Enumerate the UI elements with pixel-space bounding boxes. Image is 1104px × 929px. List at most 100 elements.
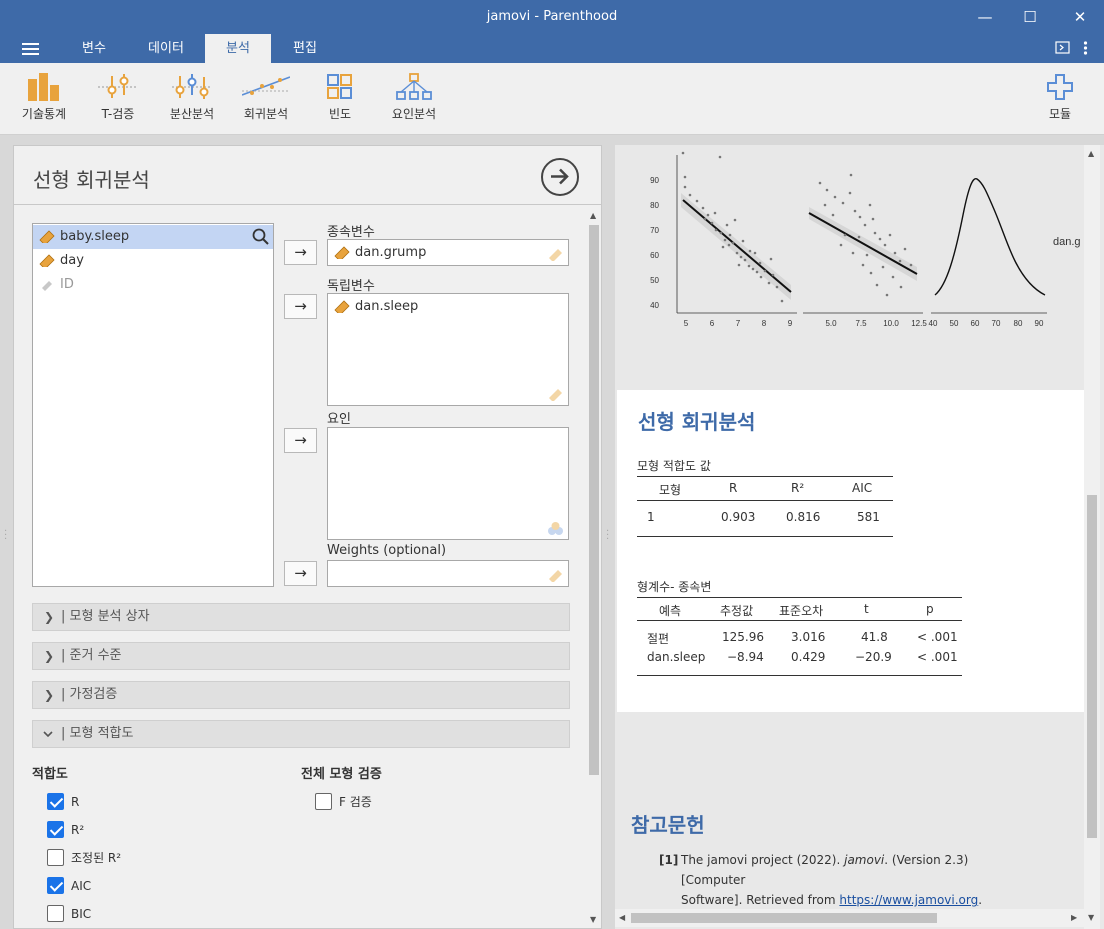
anova-icon — [172, 74, 212, 99]
table-header: 예측 — [659, 604, 682, 618]
center-splitter-handle[interactable]: · · · — [606, 527, 610, 545]
chevron-down-icon — [42, 721, 54, 756]
results-heading: 선형 회귀분석 — [638, 410, 756, 434]
section-reference-levels[interactable]: ❯ | 준거 수준 — [32, 642, 570, 670]
variable-name: ID — [60, 277, 74, 292]
move-to-factors-button[interactable]: → — [284, 428, 317, 453]
maximize-button[interactable]: ☐ — [1015, 4, 1045, 30]
move-to-dependent-button[interactable]: → — [284, 240, 317, 265]
tab-variables[interactable]: 변수 — [64, 34, 124, 63]
descriptives-button[interactable]: 기술통계 — [18, 73, 70, 122]
continuous-var-icon — [39, 254, 55, 267]
x-tick-label: 60 — [971, 319, 980, 328]
table-cell: 41.8 — [861, 630, 888, 644]
table-cell: −20.9 — [855, 650, 892, 664]
reference-link[interactable]: https://www.jamovi.org — [839, 893, 978, 907]
bar-chart-icon — [28, 73, 59, 101]
continuous-type-icon — [549, 389, 562, 401]
table-cell: −8.94 — [727, 650, 764, 664]
covariate-item[interactable]: dan.sleep — [328, 297, 418, 317]
frequencies-grid-icon — [327, 74, 352, 99]
section-label: | 가정검증 — [61, 687, 118, 702]
table-header: 모형 — [659, 483, 682, 497]
references-heading: 참고문헌 — [631, 813, 705, 837]
more-options-icon[interactable] — [1083, 41, 1088, 59]
move-to-weights-button[interactable]: → — [284, 561, 317, 586]
move-to-covariates-button[interactable]: → — [284, 294, 317, 319]
table-cell: < .001 — [917, 630, 958, 644]
fit-measures-heading: 적합도 — [32, 767, 68, 782]
dependent-slot[interactable]: dan.grump — [327, 239, 569, 266]
go-button[interactable] — [541, 158, 579, 196]
checkbox-label: 조정된 R² — [71, 851, 122, 865]
modules-button[interactable]: 모듈 — [1040, 73, 1080, 122]
tab-analyses[interactable]: 분석 — [205, 34, 271, 63]
close-button[interactable]: ✕ — [1065, 4, 1095, 30]
y-tick-label: 80 — [650, 201, 659, 210]
scrollbar-thumb[interactable] — [631, 913, 937, 923]
covariates-label: 독립변수 — [327, 279, 375, 294]
anova-button[interactable]: 분산분석 — [166, 73, 218, 122]
covariates-slot[interactable]: dan.sleep — [327, 293, 569, 406]
section-label: | 준거 수준 — [61, 648, 122, 663]
scrollbar-thumb[interactable] — [589, 225, 599, 775]
nominal-type-icon — [548, 522, 563, 535]
table-cell: dan.sleep — [647, 650, 706, 664]
list-item[interactable]: baby.sleep — [33, 225, 273, 249]
x-tick-label: 7 — [736, 319, 741, 328]
density-curve — [934, 178, 1046, 296]
table-header: AIC — [852, 481, 873, 495]
y-tick-label: 60 — [650, 251, 659, 260]
table-header: 추정값 — [720, 604, 754, 618]
tab-data[interactable]: 데이터 — [135, 34, 197, 63]
list-item[interactable]: ID — [33, 273, 273, 297]
section-assumption-checks[interactable]: ❯ | 가정검증 — [32, 681, 570, 709]
list-item[interactable]: day — [33, 249, 273, 273]
factor-button[interactable]: 요인분석 — [388, 73, 440, 122]
regression-icon — [242, 76, 290, 96]
table-cell: 581 — [857, 510, 880, 524]
x-tick-label: 40 — [929, 319, 938, 328]
ttest-icon — [98, 74, 138, 98]
minimize-button[interactable]: — — [970, 4, 1000, 30]
side-variable-label: dan.g — [1053, 236, 1081, 248]
table-header: R² — [791, 481, 805, 495]
reference-title: jamovi — [844, 853, 885, 867]
search-icon[interactable] — [251, 227, 271, 247]
y-tick-label: 70 — [650, 226, 659, 235]
checkbox-bic[interactable]: BIC — [47, 905, 91, 925]
options-scrollbar[interactable]: ▲ ▼ — [587, 209, 601, 927]
results-panel: 90 80 70 60 50 40 5 6 7 8 9 5.0 7.5 10.0… — [615, 145, 1104, 929]
tab-edit[interactable]: 편집 — [277, 34, 333, 63]
y-tick-label: 40 — [650, 301, 659, 310]
variable-list[interactable]: baby.sleep day ID — [32, 223, 274, 587]
section-model-fit[interactable]: | 모형 적합도 — [32, 720, 570, 748]
checkbox-r2[interactable]: R² — [47, 821, 84, 841]
results-mode-icon[interactable] — [1055, 41, 1070, 58]
regression-button[interactable]: 회귀분석 — [240, 73, 292, 122]
window-title: jamovi - Parenthood — [486, 9, 618, 24]
descriptives-label: 기술통계 — [21, 107, 67, 121]
checkbox-adj-r2[interactable]: 조정된 R² — [47, 849, 121, 869]
ttest-button[interactable]: T-검증 — [94, 73, 142, 122]
results-horizontal-scrollbar[interactable]: ◀ ▶ — [615, 909, 1085, 927]
dependent-item[interactable]: dan.grump — [328, 243, 426, 263]
options-panel: 선형 회귀분석 baby.sleep day ID 종속변수 → dan.gru… — [13, 145, 602, 929]
checkbox-f-test[interactable]: F 검증 — [315, 793, 372, 813]
left-splitter-handle[interactable]: · · · — [4, 527, 8, 545]
weights-slot[interactable] — [327, 560, 569, 587]
dependent-label: 종속변수 — [327, 225, 375, 240]
scatter-points — [818, 173, 913, 297]
table-cell: 0.903 — [721, 510, 756, 524]
factors-slot[interactable] — [327, 427, 569, 540]
results-vertical-scrollbar[interactable]: ▲ ▼ — [1084, 145, 1100, 929]
scrollbar-thumb[interactable] — [1087, 495, 1097, 838]
checkbox-r[interactable]: R — [47, 793, 79, 813]
section-model-builder[interactable]: ❯ | 모형 분석 상자 — [32, 603, 570, 631]
frequencies-button[interactable]: 빈도 — [320, 73, 360, 122]
hamburger-menu-icon[interactable] — [22, 43, 39, 55]
menu-bar: 변수 데이터 분석 편집 — [0, 34, 1104, 63]
checkbox-label: BIC — [71, 907, 92, 921]
checkbox-aic[interactable]: AIC — [47, 877, 91, 897]
chevron-right-icon: ❯ — [44, 649, 55, 663]
